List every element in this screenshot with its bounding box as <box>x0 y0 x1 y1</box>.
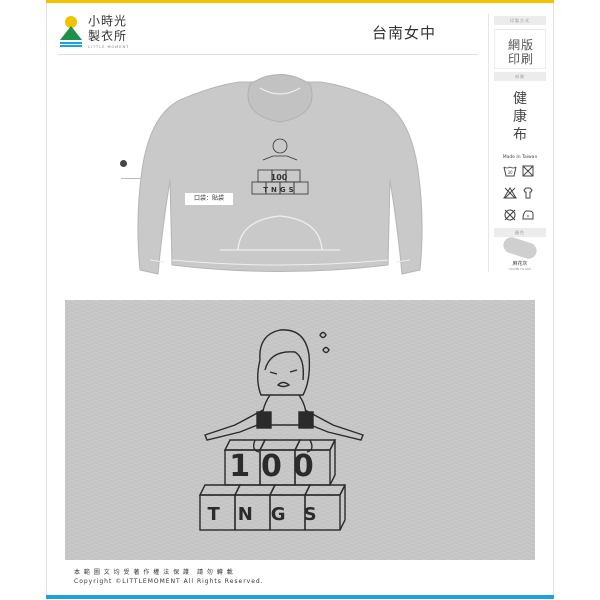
detail-artwork-top-text: 100 <box>229 449 325 484</box>
no-dry-clean-icon <box>504 209 516 221</box>
material-value: 健 康 布 <box>513 91 527 143</box>
pocket-label: 口袋：貼袋 <box>185 193 233 205</box>
brand-logo: 小時光 製衣所 LITTLE MOMENT <box>58 12 168 52</box>
copyright-notice: 本 範 圖 文 均 受 著 作 權 法 保 護 請 勿 轉 載 Copyrigh… <box>74 569 264 585</box>
no-tumble-dry-icon <box>503 187 517 199</box>
artwork-detail: 100 TNGS <box>65 300 535 560</box>
bottom-accent-bar <box>46 595 554 599</box>
no-bleach-icon <box>522 165 534 177</box>
print-method-heading: 印製方式 <box>494 16 546 25</box>
color-code: CO.MB YG.500 <box>509 267 531 271</box>
color-heading: 顏色 <box>494 228 546 237</box>
brand-name: 小時光 製衣所 <box>88 14 128 43</box>
care-icons: 30 <box>503 162 539 232</box>
color-swatch <box>501 235 539 261</box>
print-method-box: 網版 印刷 <box>494 29 546 69</box>
detail-artwork-bottom-text: TNGS <box>207 504 334 525</box>
hang-dry-icon <box>523 187 533 199</box>
svg-text:30: 30 <box>507 170 513 175</box>
hoodie-artwork-bottom-text: TNGS <box>263 186 296 194</box>
logo-mark-icon <box>60 16 82 47</box>
color-name: 麻花灰 <box>512 261 528 267</box>
header-divider <box>58 54 478 55</box>
page-title: 台南女中 <box>372 24 437 42</box>
artwork-detail-panel: 100 TNGS <box>65 300 535 560</box>
print-method-value: 網版 印刷 <box>507 38 534 66</box>
iron-low-icon <box>522 210 534 220</box>
material-heading: 材質 <box>494 72 546 81</box>
hoodie-artwork-top-text: 100 <box>271 173 288 182</box>
brand-subtitle: LITTLE MOMENT <box>88 45 130 49</box>
spec-panel: 印製方式 網版 印刷 材質 健 康 布 Made In Taiwan 30 顏色… <box>488 14 548 272</box>
wash-30-icon: 30 <box>503 166 517 177</box>
made-in-label: Made In Taiwan <box>502 155 538 160</box>
hoodie-illustration: 100 TNGS <box>137 74 423 275</box>
